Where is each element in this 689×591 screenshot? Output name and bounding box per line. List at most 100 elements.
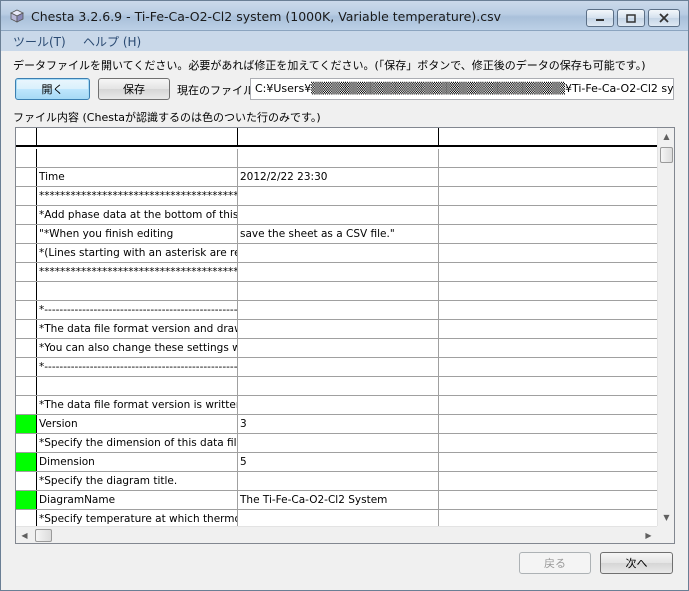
grid-cell[interactable] [238,149,439,167]
row-marker[interactable] [16,377,37,395]
grid-cell[interactable] [439,168,657,186]
grid-cell[interactable] [238,320,439,338]
grid-cell[interactable] [238,263,439,281]
table-row[interactable]: *You can also change these settings when… [16,339,657,358]
table-row[interactable]: Time 2012/2/22 23:30 [16,168,657,187]
grid-cell[interactable] [439,320,657,338]
grid-cell[interactable] [439,377,657,395]
grid-cell[interactable] [439,415,657,433]
grid-cell[interactable]: *(Lines starting with an asterisk are re… [37,244,238,262]
row-marker[interactable] [16,301,37,319]
grid-cell[interactable] [439,282,657,300]
grid-cell[interactable] [238,510,439,526]
grid-cell[interactable]: ****************************************… [37,187,238,205]
grid-cell[interactable]: 5 [238,453,439,471]
row-marker[interactable] [16,510,37,526]
file-path-field[interactable]: C:¥Users¥▒▒▒▒▒▒▒▒▒▒▒▒▒▒▒▒▒▒▒▒▒▒▒▒▒▒▒▒▒▒¥… [250,78,674,100]
table-row[interactable]: "*When you finish editing save the sheet… [16,225,657,244]
row-marker[interactable] [16,225,37,243]
recognized-row-marker[interactable] [16,491,37,509]
row-marker[interactable] [16,244,37,262]
grid-cell[interactable] [439,358,657,376]
grid-cell[interactable]: *The data file format version is written… [37,396,238,414]
header-cell[interactable] [16,128,37,147]
table-row[interactable]: *Add phase data at the bottom of this sh… [16,206,657,225]
row-marker[interactable] [16,434,37,452]
grid-cell[interactable]: *---------------------------------------… [37,358,238,376]
grid-cell[interactable] [439,453,657,471]
maximize-button[interactable] [617,9,645,27]
table-row[interactable]: ****************************************… [16,263,657,282]
grid-cell[interactable]: Time [37,168,238,186]
row-marker[interactable] [16,320,37,338]
table-row[interactable] [16,282,657,301]
row-marker[interactable] [16,339,37,357]
grid-cell[interactable]: *You can also change these settings when… [37,339,238,357]
horizontal-scrollbar[interactable]: ◀ ▶ [16,526,657,543]
grid-cell[interactable]: "*When you finish editing [37,225,238,243]
grid-cell[interactable]: ****************************************… [37,263,238,281]
scroll-left-icon[interactable]: ◀ [16,527,33,543]
grid-cell[interactable] [439,206,657,224]
menu-help[interactable]: ヘルプ (H) [83,33,141,50]
horizontal-scroll-thumb[interactable] [35,529,52,542]
row-marker[interactable] [16,263,37,281]
row-marker[interactable] [16,206,37,224]
data-grid[interactable]: Time 2012/2/22 23:30 *********************… [15,127,675,544]
grid-cell[interactable] [439,510,657,526]
minimize-button[interactable] [586,9,614,27]
grid-cell[interactable] [439,396,657,414]
table-row[interactable]: ****************************************… [16,187,657,206]
table-row[interactable]: *Specify the diagram title. [16,472,657,491]
grid-cell[interactable]: DiagramName [37,491,238,509]
grid-cell[interactable] [439,339,657,357]
grid-cell[interactable]: *---------------------------------------… [37,301,238,319]
vertical-scroll-thumb[interactable] [660,147,673,163]
grid-cell[interactable] [439,149,657,167]
table-row[interactable]: DiagramName The Ti-Fe-Ca-O2-Cl2 System [16,491,657,510]
scroll-up-icon[interactable]: ▲ [658,128,674,145]
table-row[interactable] [16,377,657,396]
table-row[interactable]: *---------------------------------------… [16,301,657,320]
row-marker[interactable] [16,187,37,205]
row-marker[interactable] [16,149,37,167]
grid-cell[interactable] [238,358,439,376]
grid-cell[interactable] [439,225,657,243]
grid-cell[interactable]: *The data file format version and drawin… [37,320,238,338]
table-row[interactable]: *The data file format version and drawin… [16,320,657,339]
grid-cell[interactable]: 2012/2/22 23:30 [238,168,439,186]
grid-cell[interactable] [238,244,439,262]
grid-cell[interactable]: save the sheet as a CSV file." [238,225,439,243]
grid-cell[interactable] [439,263,657,281]
row-marker[interactable] [16,282,37,300]
header-cell[interactable] [238,128,439,147]
grid-cell[interactable] [238,206,439,224]
grid-cell[interactable] [37,149,238,167]
grid-cell[interactable]: Version [37,415,238,433]
grid-cell[interactable] [238,396,439,414]
row-marker[interactable] [16,472,37,490]
grid-cell[interactable] [238,282,439,300]
table-row[interactable]: *The data file format version is written… [16,396,657,415]
table-row[interactable]: *(Lines starting with an asterisk are re… [16,244,657,263]
grid-cell[interactable]: *Specify the dimension of this data file… [37,434,238,452]
scroll-down-icon[interactable]: ▼ [658,509,674,526]
close-button[interactable] [648,9,680,27]
next-button[interactable]: 次へ [600,552,673,574]
grid-cell[interactable]: 3 [238,415,439,433]
row-marker[interactable] [16,168,37,186]
grid-cell[interactable] [439,491,657,509]
save-button[interactable]: 保存 [98,78,170,100]
grid-cell[interactable] [439,187,657,205]
grid-cell[interactable] [238,472,439,490]
table-row[interactable]: *Specify temperature at which thermodyna… [16,510,657,526]
grid-cell[interactable] [238,377,439,395]
menu-tools[interactable]: ツール(T) [13,33,66,50]
grid-cell[interactable] [439,472,657,490]
grid-cell[interactable]: *Specify the diagram title. [37,472,238,490]
grid-cell[interactable] [439,434,657,452]
row-marker[interactable] [16,396,37,414]
grid-cell[interactable] [439,244,657,262]
header-cell[interactable] [439,128,657,147]
grid-cell[interactable]: *Add phase data at the bottom of this sh… [37,206,238,224]
